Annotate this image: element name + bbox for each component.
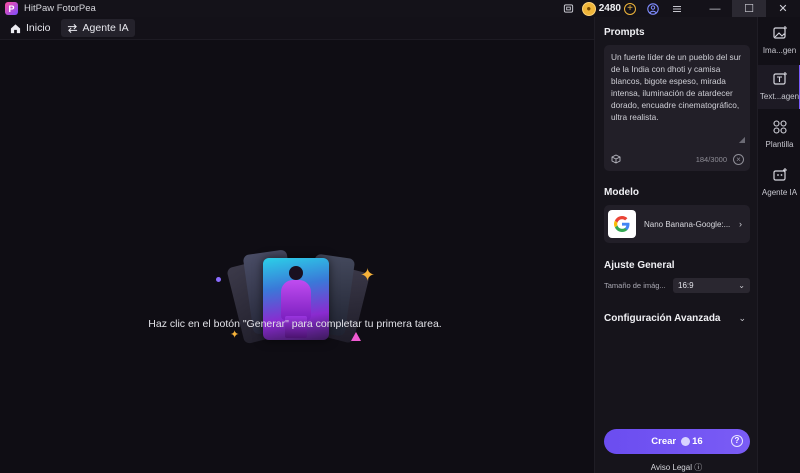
agent-icon xyxy=(772,168,787,181)
create-cost: 16 xyxy=(692,436,703,447)
image-size-select[interactable]: 16:9 ⌄ xyxy=(673,277,750,293)
image-icon xyxy=(772,26,787,39)
sparkle-icon: ✦ xyxy=(360,265,376,285)
coin-icon xyxy=(681,437,691,446)
home-icon xyxy=(10,23,21,33)
chevron-down-icon: ⌄ xyxy=(738,280,745,290)
rail-item-template[interactable]: Plantilla xyxy=(758,113,800,157)
close-button[interactable]: ✕ xyxy=(766,0,800,17)
rail-label-agent-ia: Agente IA xyxy=(761,188,798,197)
rail-item-image[interactable]: Ima...gen xyxy=(758,19,800,63)
chevron-right-icon: › xyxy=(739,219,742,229)
decor-triangle xyxy=(351,332,361,341)
general-settings-title: Ajuste General xyxy=(604,260,675,271)
settings-panel: Prompts Un fuerte líder de un pueblo del… xyxy=(594,17,757,473)
image-size-value: 16:9 xyxy=(678,280,694,290)
plus-icon[interactable]: + xyxy=(624,2,636,15)
help-icon[interactable]: ? xyxy=(731,435,743,447)
canvas-area: ✦ ✦ Haz clic en el botón "Generar" para … xyxy=(0,40,594,473)
create-button[interactable]: Crear 16 ? xyxy=(604,429,750,454)
resize-handle-icon[interactable]: ◢ xyxy=(739,135,745,144)
chevron-down-icon: ⌄ xyxy=(738,312,746,323)
decor-dot xyxy=(216,277,221,282)
image-size-label: Tamaño de imág... xyxy=(604,280,666,290)
user-icon[interactable] xyxy=(646,2,660,16)
empty-state-message: Haz clic en el botón "Generar" para comp… xyxy=(148,318,442,330)
cube-icon[interactable] xyxy=(611,154,621,164)
prompt-text[interactable]: Un fuerte líder de un pueblo del sur de … xyxy=(611,51,745,123)
rail-label-text-to-image: Text...agen xyxy=(759,92,800,101)
minimize-button[interactable]: — xyxy=(698,0,732,17)
prompt-input[interactable]: Un fuerte líder de un pueblo del sur de … xyxy=(604,45,750,171)
legal-label: Aviso Legal xyxy=(650,463,692,472)
coin-icon: ● xyxy=(581,1,596,16)
top-toolbar: Inicio Agente IA xyxy=(0,17,594,40)
maximize-button[interactable]: ☐ xyxy=(732,0,766,17)
rail-label-image: Ima...gen xyxy=(762,46,797,55)
app-title: HitPaw FotorPea xyxy=(24,3,96,14)
rail-item-agent-ia[interactable]: Agente IA xyxy=(758,161,800,205)
box-icon[interactable] xyxy=(562,2,576,16)
create-label: Crear xyxy=(651,436,677,447)
model-title: Modelo xyxy=(604,187,639,198)
credits-pill[interactable]: ● 2480 + xyxy=(581,1,636,16)
advanced-settings-title: Configuración Avanzada xyxy=(604,312,721,324)
info-icon: ⓘ xyxy=(694,463,703,472)
swap-icon xyxy=(67,23,77,33)
agent-ia-label: Agente IA xyxy=(82,22,129,34)
google-logo-icon xyxy=(608,210,636,238)
home-label: Inicio xyxy=(26,22,51,34)
side-rail: Ima...gen Text...agen Plantilla Agente I… xyxy=(757,17,800,473)
clear-prompt-button[interactable]: × xyxy=(733,153,744,165)
prompt-counter: 184/3000 xyxy=(695,154,727,164)
app-logo: P xyxy=(5,2,18,15)
title-bar: P HitPaw FotorPea ● 2480 + — ☐ ✕ xyxy=(0,0,800,17)
credits-count: 2480 xyxy=(598,3,621,14)
rail-label-template: Plantilla xyxy=(765,140,794,149)
image-size-row: Tamaño de imág... 16:9 ⌄ xyxy=(604,277,750,293)
advanced-settings-toggle[interactable]: Configuración Avanzada ⌄ xyxy=(604,311,750,325)
legal-link[interactable]: Aviso Legal ⓘ xyxy=(595,462,758,473)
text-to-image-icon xyxy=(772,72,787,85)
template-icon xyxy=(772,120,787,134)
model-selector[interactable]: Nano Banana-Google:... › xyxy=(604,205,750,243)
prompts-title: Prompts xyxy=(604,27,645,38)
rail-item-text-to-image[interactable]: Text...agen xyxy=(758,65,800,109)
agent-ia-button[interactable]: Agente IA xyxy=(60,19,135,37)
model-name: Nano Banana-Google:... xyxy=(644,219,730,229)
menu-icon[interactable] xyxy=(670,2,684,16)
home-button[interactable]: Inicio xyxy=(4,19,57,37)
